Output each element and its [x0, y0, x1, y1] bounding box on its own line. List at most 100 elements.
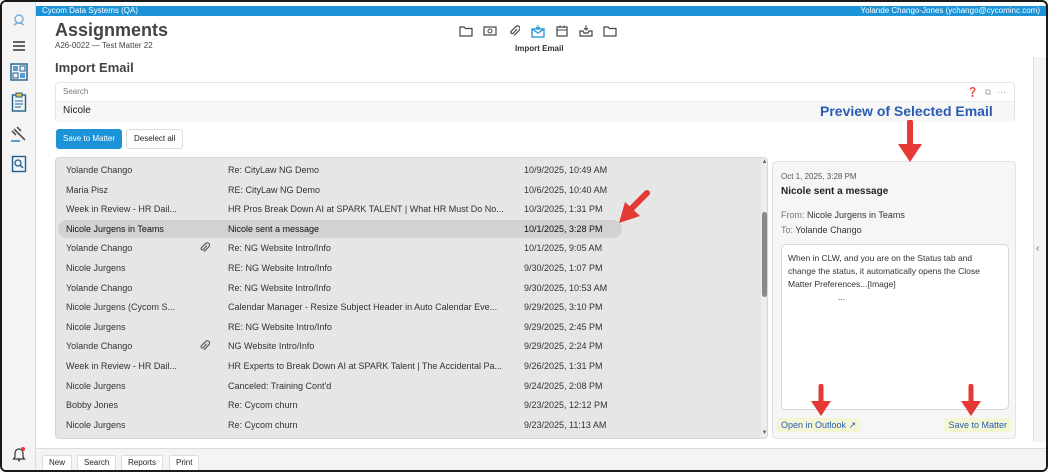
preview-body-ellipsis: ... — [838, 292, 846, 302]
calendar-icon[interactable] — [553, 23, 571, 39]
folder-icon[interactable] — [601, 23, 619, 39]
bottom-bar: New Search Reports Print — [36, 448, 1046, 470]
matter-subtitle: A26-0022 — Test Matter 22 — [55, 41, 153, 50]
collapse-panel[interactable] — [1033, 57, 1046, 442]
brand-logo-icon[interactable] — [9, 10, 29, 30]
email-date: 9/30/2025, 10:53 AM — [524, 282, 608, 293]
email-row[interactable]: Nicole Jurgens Canceled: Training Cont'd 9… — [56, 376, 761, 396]
dashboard-icon[interactable] — [9, 62, 29, 82]
preview-save-to-matter-link[interactable]: Save to Matter — [944, 418, 1011, 432]
email-date: 10/3/2025, 1:31 PM — [524, 204, 603, 215]
more-icon[interactable]: ⋯ — [997, 87, 1006, 98]
preview-body-text: When in CLW, and you are on the Status t… — [788, 253, 980, 289]
list-scrollbar[interactable]: ▲ ▼ — [761, 158, 767, 438]
preview-to-value: Yolande Chango — [795, 225, 862, 235]
email-row[interactable]: Week in Review - HR Dail... HR Pros Break… — [56, 199, 761, 219]
paperclip-icon[interactable] — [505, 23, 523, 39]
email-subject: HR Pros Break Down AI at SPARK TALENT | … — [228, 204, 504, 215]
search-button[interactable]: Search — [77, 455, 117, 470]
email-row[interactable]: Nicole Jurgens in Teams Nicole sent a mes… — [56, 219, 761, 239]
email-list: Nicole Jurgens Re: Cycom churn 9/23/2025, … — [55, 157, 768, 439]
email-row[interactable]: Nicole Jurgens RE: NG Website Intro/Info 9… — [56, 317, 761, 337]
outlook-arrow-icon — [811, 384, 831, 416]
section-title: Import Email — [55, 60, 134, 75]
email-date: 10/1/2025, 9:05 AM — [524, 243, 603, 254]
search-tools: ❓ ⧉ ⋯ — [967, 87, 1006, 98]
notification-bell-icon[interactable] — [9, 444, 29, 464]
email-subject: Re: NG Website Intro/Info — [228, 243, 331, 254]
preview-annotation-label: Preview of Selected Email — [820, 103, 993, 119]
email-subject: Canceled: Training Cont'd — [228, 380, 332, 391]
email-row[interactable]: Bobby Jones Re: Cycom churn 9/23/2025, 12:… — [56, 395, 761, 415]
email-from: Bobby Jones — [66, 400, 119, 411]
save-to-matter-button[interactable]: Save to Matter — [56, 129, 123, 149]
copy-icon[interactable]: ⧉ — [985, 87, 991, 98]
email-row[interactable]: Week in Review - HR Dail... HR Experts to… — [56, 356, 761, 376]
app-name: Cycom Data Systems (QA) — [42, 6, 139, 15]
email-from: Nicole Jurgens in Teams — [66, 223, 164, 234]
search-label: Search — [63, 87, 89, 96]
clipboard-icon[interactable] — [9, 92, 29, 112]
scroll-thumb[interactable] — [762, 212, 767, 297]
email-subject: RE: CityLaw NG Demo — [228, 184, 321, 195]
email-subject: Re: CityLaw NG Demo — [228, 165, 320, 175]
email-date: 9/30/2025, 1:07 PM — [524, 263, 603, 273]
preview-to-label: To: — [781, 225, 794, 235]
email-subject: RE: NG Website Intro/Info — [228, 321, 332, 332]
scroll-down-icon[interactable]: ▼ — [761, 430, 767, 436]
external-link-icon: ↗ — [848, 420, 857, 430]
chevron-left-icon[interactable]: ‹ — [1036, 243, 1039, 254]
email-row[interactable]: Nicole Jurgens RE: NG Website Intro/Info 9… — [56, 258, 761, 278]
paperclip-icon — [198, 339, 211, 354]
reports-button[interactable]: Reports — [121, 455, 164, 470]
paperclip-icon — [198, 241, 211, 256]
email-from: Yolande Chango — [66, 282, 133, 293]
email-from: Maria Pisz — [66, 184, 109, 195]
preview-to: To: Yolande Chango — [781, 225, 862, 235]
help-icon[interactable]: ❓ — [967, 87, 978, 98]
open-in-outlook-link[interactable]: Open in Outlook ↗ — [777, 418, 861, 432]
email-subject: RE: NG Website Intro/Info — [228, 263, 332, 273]
preview-from: From: Nicole Jurgens in Teams — [781, 210, 905, 220]
email-row[interactable]: Nicole Jurgens (Cycom S... Calendar Manag… — [56, 297, 761, 317]
email-date: 9/23/2025, 11:13 AM — [524, 419, 607, 430]
email-date: 9/29/2025, 3:10 PM — [524, 302, 603, 313]
left-nav-rail — [2, 2, 36, 470]
email-subject: Re: Cycom churn — [228, 400, 298, 411]
email-from: Nicole Jurgens — [66, 419, 126, 430]
open-in-outlook-label: Open in Outlook — [781, 420, 847, 430]
email-from: Yolande Chango — [66, 341, 133, 352]
email-date: 9/24/2025, 2:08 PM — [524, 380, 603, 391]
scroll-up-icon[interactable]: ▲ — [761, 159, 767, 165]
email-row[interactable]: Nicole Jurgens Re: Cycom churn 9/23/2025, … — [56, 415, 761, 435]
gavel-icon[interactable] — [9, 124, 29, 144]
email-row[interactable]: Yolande Chango NG Website Intro/Info 9/29/… — [56, 336, 761, 356]
email-subject: HR Experts to Break Down AI at SPARK Tal… — [228, 361, 502, 371]
money-icon[interactable] — [481, 23, 499, 39]
email-subject: Re: NG Website Intro/Info — [228, 282, 331, 293]
search-input-value[interactable]: Nicole — [63, 105, 91, 116]
inbox-icon[interactable] — [577, 23, 595, 39]
page-title: Assignments — [55, 20, 169, 40]
email-date: 10/9/2025, 10:49 AM — [524, 165, 608, 175]
email-row[interactable]: Yolande Chango Re: NG Website Intro/Info 1… — [56, 238, 761, 258]
email-row[interactable]: Yolande Chango Re: NG Website Intro/Info 9… — [56, 278, 761, 298]
email-row[interactable]: Maria Pisz RE: CityLaw NG Demo 10/6/2025, … — [56, 180, 761, 200]
deselect-all-button[interactable]: Deselect all — [126, 129, 184, 149]
email-from: Nicole Jurgens (Cycom S... — [66, 302, 176, 313]
email-from: Yolande Chango — [66, 165, 133, 175]
toolbar — [457, 23, 619, 39]
email-subject: Re: Cycom churn — [228, 419, 298, 430]
new-button[interactable]: New — [42, 455, 73, 470]
hamburger-menu-icon[interactable] — [9, 36, 29, 56]
import-email-icon[interactable] — [529, 23, 547, 39]
email-date: 9/29/2025, 2:45 PM — [524, 321, 603, 332]
preview-from-label: From: — [781, 210, 805, 220]
search-document-icon[interactable] — [9, 154, 29, 174]
folder-icon[interactable] — [457, 23, 475, 39]
print-button[interactable]: Print — [169, 455, 200, 470]
user-info[interactable]: Yolande Chango-Jones (ychango@cycominc.c… — [861, 6, 1040, 16]
email-date: 9/26/2025, 1:31 PM — [524, 361, 603, 371]
email-row[interactable]: Yolande Chango Re: CityLaw NG Demo 10/9/20… — [56, 160, 761, 180]
preview-subject: Nicole sent a message — [781, 186, 889, 197]
